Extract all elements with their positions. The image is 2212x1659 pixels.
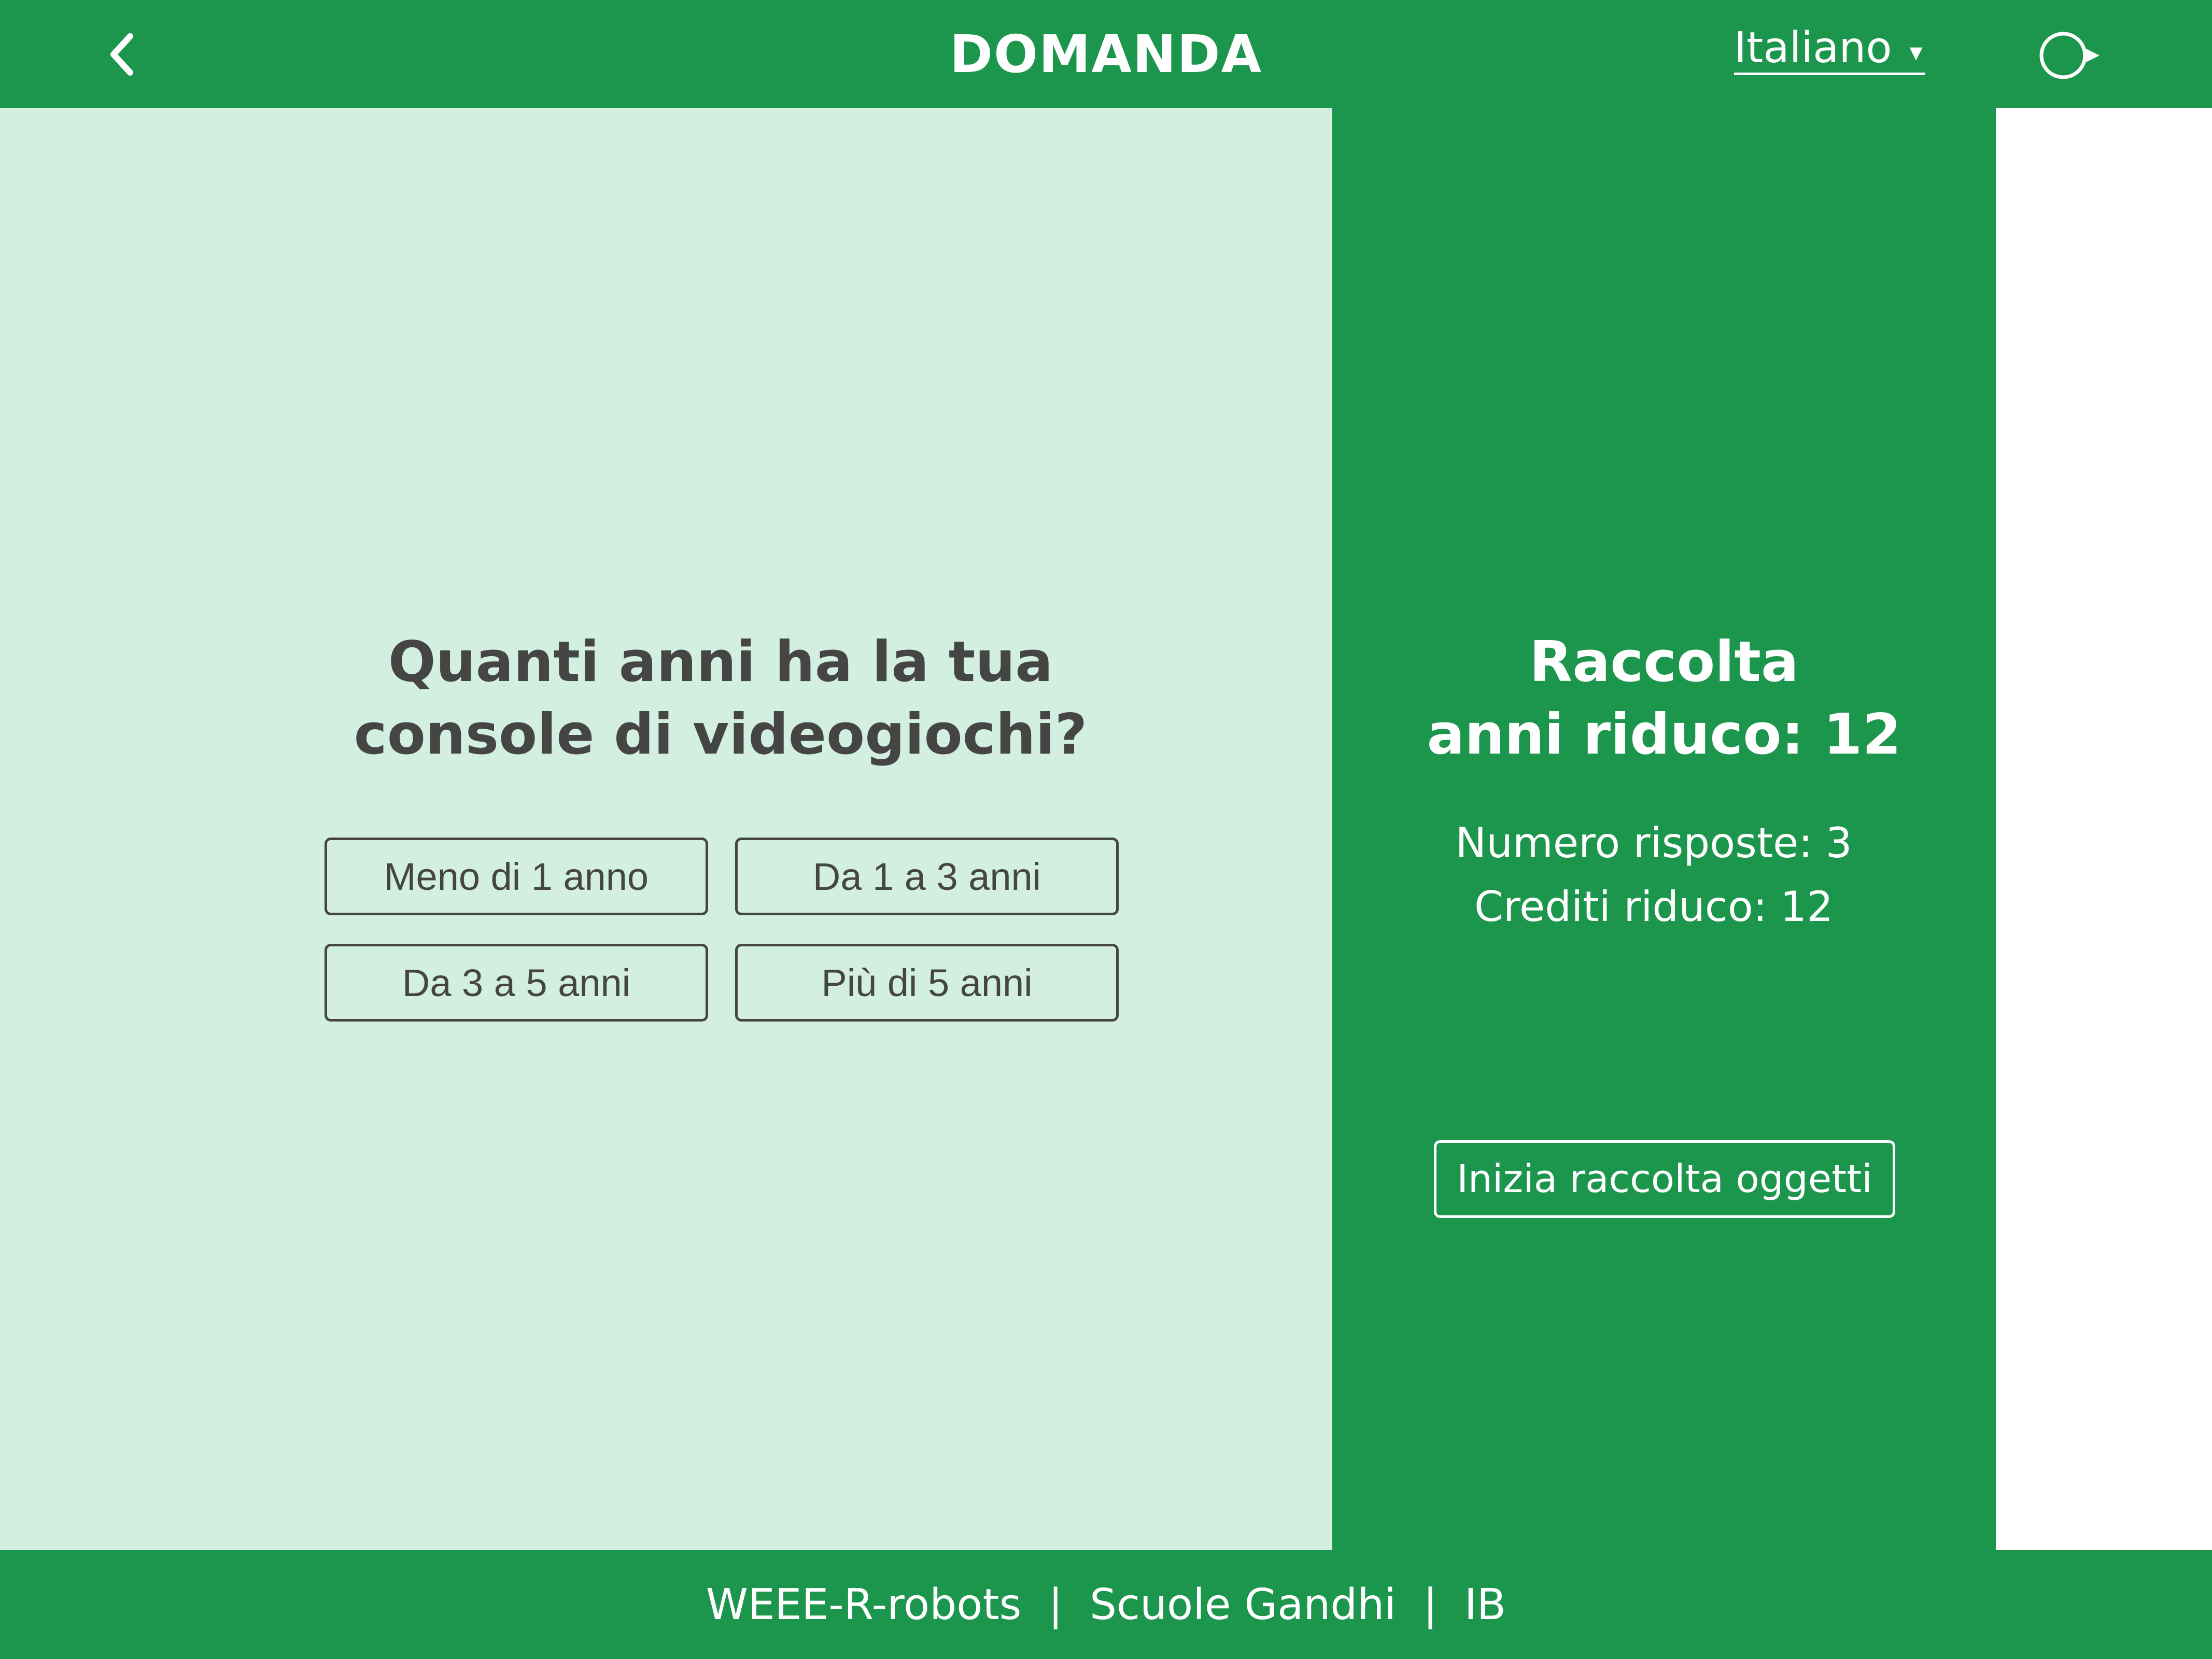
answer-button-1-to-3-years[interactable]: Da 1 a 3 anni xyxy=(735,838,1119,915)
question-title: Quanti anni ha la tua console di videogi… xyxy=(0,626,1441,771)
logout-button[interactable] xyxy=(2037,27,2105,84)
footer-project: WEEE-R-robots xyxy=(706,1580,1022,1629)
question-line-2: console di videogiochi? xyxy=(354,702,1088,767)
language-label: Italiano xyxy=(1734,23,1892,73)
question-panel: Quanti anni ha la tua console di videogi… xyxy=(0,108,1332,1550)
responses-count: Numero risposte: 3 xyxy=(1455,819,1852,867)
credits-count: Crediti riduco: 12 xyxy=(1474,883,1833,931)
answer-button-less-than-1-year[interactable]: Meno di 1 anno xyxy=(325,838,708,915)
side-blank-area xyxy=(1996,108,2212,1550)
answer-button-more-than-5-years[interactable]: Più di 5 anni xyxy=(735,944,1119,1022)
chevron-down-icon: ▾ xyxy=(1909,36,1923,67)
answer-button-3-to-5-years[interactable]: Da 3 a 5 anni xyxy=(325,944,708,1022)
stats-title: Raccolta anni riduco: 12 xyxy=(1332,626,1996,771)
question-line-1: Quanti anni ha la tua xyxy=(388,630,1053,694)
start-collection-button[interactable]: Inizia raccolta oggetti xyxy=(1434,1140,1895,1218)
footer-bar: WEEE-R-robots | Scuole Gandhi | IB xyxy=(0,1550,2212,1659)
language-select[interactable]: Italiano ▾ xyxy=(1734,23,1925,75)
top-bar: DOMANDA Italiano ▾ xyxy=(0,0,2212,108)
stats-panel: Raccolta anni riduco: 12 Numero risposte… xyxy=(1332,108,1996,1550)
logout-icon xyxy=(2039,32,2100,79)
footer-class-code: IB xyxy=(1464,1580,1506,1629)
footer-school: Scuole Gandhi xyxy=(1089,1580,1397,1629)
footer-separator: | xyxy=(1423,1580,1438,1629)
stats-title-line-1: Raccolta xyxy=(1529,630,1799,694)
answer-options: Meno di 1 anno Da 1 a 3 anni Da 3 a 5 an… xyxy=(325,838,1119,1022)
stats-title-line-2: anni riduco: 12 xyxy=(1427,702,1901,767)
footer-separator: | xyxy=(1048,1580,1063,1629)
